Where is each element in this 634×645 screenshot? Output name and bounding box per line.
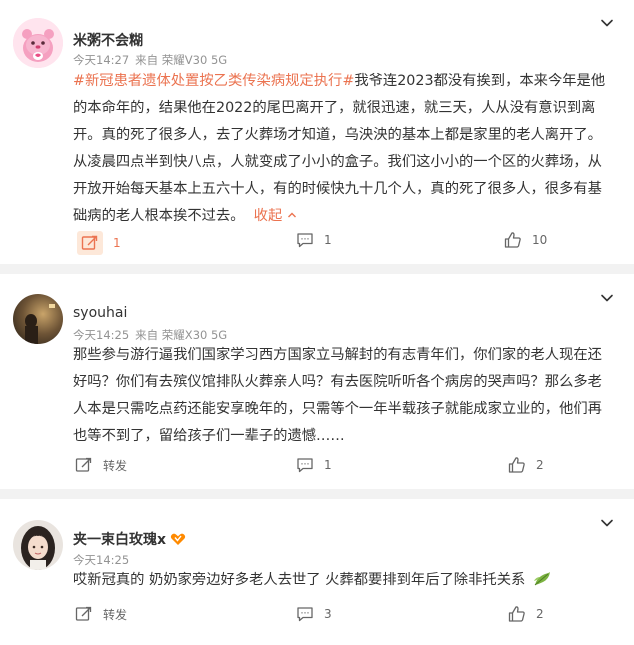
- comment-card: 夹一束白玫瑰x 今天14:25 哎新冠真的 奶奶家旁边好多老人去世了 火葬都要排…: [0, 499, 634, 645]
- post-meta: 今天14:25 来自 荣耀X30 5G: [73, 327, 227, 343]
- leaf-emoji-icon: [533, 572, 550, 586]
- like-icon: [504, 232, 521, 248]
- chevron-down-icon[interactable]: [600, 16, 614, 30]
- comment-text: 哎新冠真的 奶奶家旁边好多老人去世了 火葬都要排到年后了除非托关系: [73, 567, 613, 594]
- hashtag-link[interactable]: #新冠患者遗体处置按乙类传染病规定执行#: [73, 73, 354, 89]
- action-bar: 转发 3 2: [0, 605, 634, 629]
- collapse-link[interactable]: 收起: [254, 208, 297, 224]
- like-count: 2: [536, 458, 544, 472]
- avatar[interactable]: [13, 18, 63, 68]
- post-time: 今天14:27: [73, 53, 130, 67]
- comment-feed: 米粥不会糊 今天14:27 来自 荣耀V30 5G #新冠患者遗体处置按乙类传染病…: [0, 0, 634, 645]
- comment-card: syouhai 今天14:25 来自 荣耀X30 5G 那些参与游行逼我们国家学习…: [0, 274, 634, 489]
- comment-card: 米粥不会糊 今天14:27 来自 荣耀V30 5G #新冠患者遗体处置按乙类传染病…: [0, 0, 634, 264]
- repost-label: 转发: [103, 607, 128, 622]
- comment-icon: [297, 607, 313, 622]
- action-bar: 转发 1 2: [0, 456, 634, 480]
- comment-count: 1: [324, 458, 332, 472]
- repost-count: 1: [113, 236, 121, 250]
- repost-button[interactable]: 1: [77, 231, 121, 255]
- post-time: 今天14:25: [73, 553, 130, 567]
- repost-button[interactable]: 转发: [75, 456, 127, 474]
- chevron-down-icon[interactable]: [600, 516, 614, 530]
- like-count: 10: [532, 233, 548, 247]
- chevron-up-icon: [287, 212, 296, 218]
- comment-text: 那些参与游行逼我们国家学习西方国家立马解封的有志青年们，你们家的老人现在还好吗？…: [73, 342, 613, 450]
- like-button[interactable]: 2: [508, 456, 544, 474]
- avatar[interactable]: [13, 520, 63, 570]
- post-meta: 今天14:27 来自 荣耀V30 5G: [73, 52, 227, 68]
- avatar[interactable]: [13, 294, 63, 344]
- comment-body: 那些参与游行逼我们国家学习西方国家立马解封的有志青年们，你们家的老人现在还好吗？…: [73, 347, 602, 444]
- like-icon: [508, 457, 525, 473]
- author-name[interactable]: 米粥不会糊: [73, 30, 143, 50]
- comment-count: 1: [324, 233, 332, 247]
- chevron-down-icon[interactable]: [600, 291, 614, 305]
- repost-label: 转发: [103, 458, 128, 473]
- comment-icon: [297, 233, 313, 248]
- repost-icon: [75, 457, 92, 472]
- comment-body: 哎新冠真的 奶奶家旁边好多老人去世了 火葬都要排到年后了除非托关系: [73, 572, 526, 588]
- repost-icon: [81, 235, 98, 250]
- membership-badge-icon: [170, 533, 186, 545]
- repost-icon: [75, 606, 92, 621]
- like-button[interactable]: 2: [508, 605, 544, 623]
- comment-count: 3: [324, 607, 332, 621]
- post-source: 来自 荣耀X30 5G: [135, 328, 228, 342]
- comment-icon: [297, 458, 313, 473]
- comment-button[interactable]: 1: [296, 456, 332, 474]
- author-name[interactable]: syouhai: [73, 305, 127, 321]
- comment-button[interactable]: 3: [296, 605, 332, 623]
- comment-text: #新冠患者遗体处置按乙类传染病规定执行#我爷连2023都没有挨到，本来今年是他的…: [73, 68, 613, 230]
- like-icon: [508, 606, 525, 622]
- post-meta: 今天14:25: [73, 552, 129, 568]
- comment-button[interactable]: 1: [296, 231, 332, 249]
- action-bar: 1 1 10: [0, 231, 634, 255]
- author-name[interactable]: 夹一束白玫瑰x: [73, 529, 186, 549]
- like-count: 2: [536, 607, 544, 621]
- like-button[interactable]: 10: [504, 231, 547, 249]
- repost-button[interactable]: 转发: [75, 605, 127, 623]
- comment-body: 我爷连2023都没有挨到，本来今年是他的本命年的，结果他在2022的尾巴离开了，…: [73, 73, 606, 224]
- post-time: 今天14:25: [73, 328, 130, 342]
- post-source: 来自 荣耀V30 5G: [135, 53, 228, 67]
